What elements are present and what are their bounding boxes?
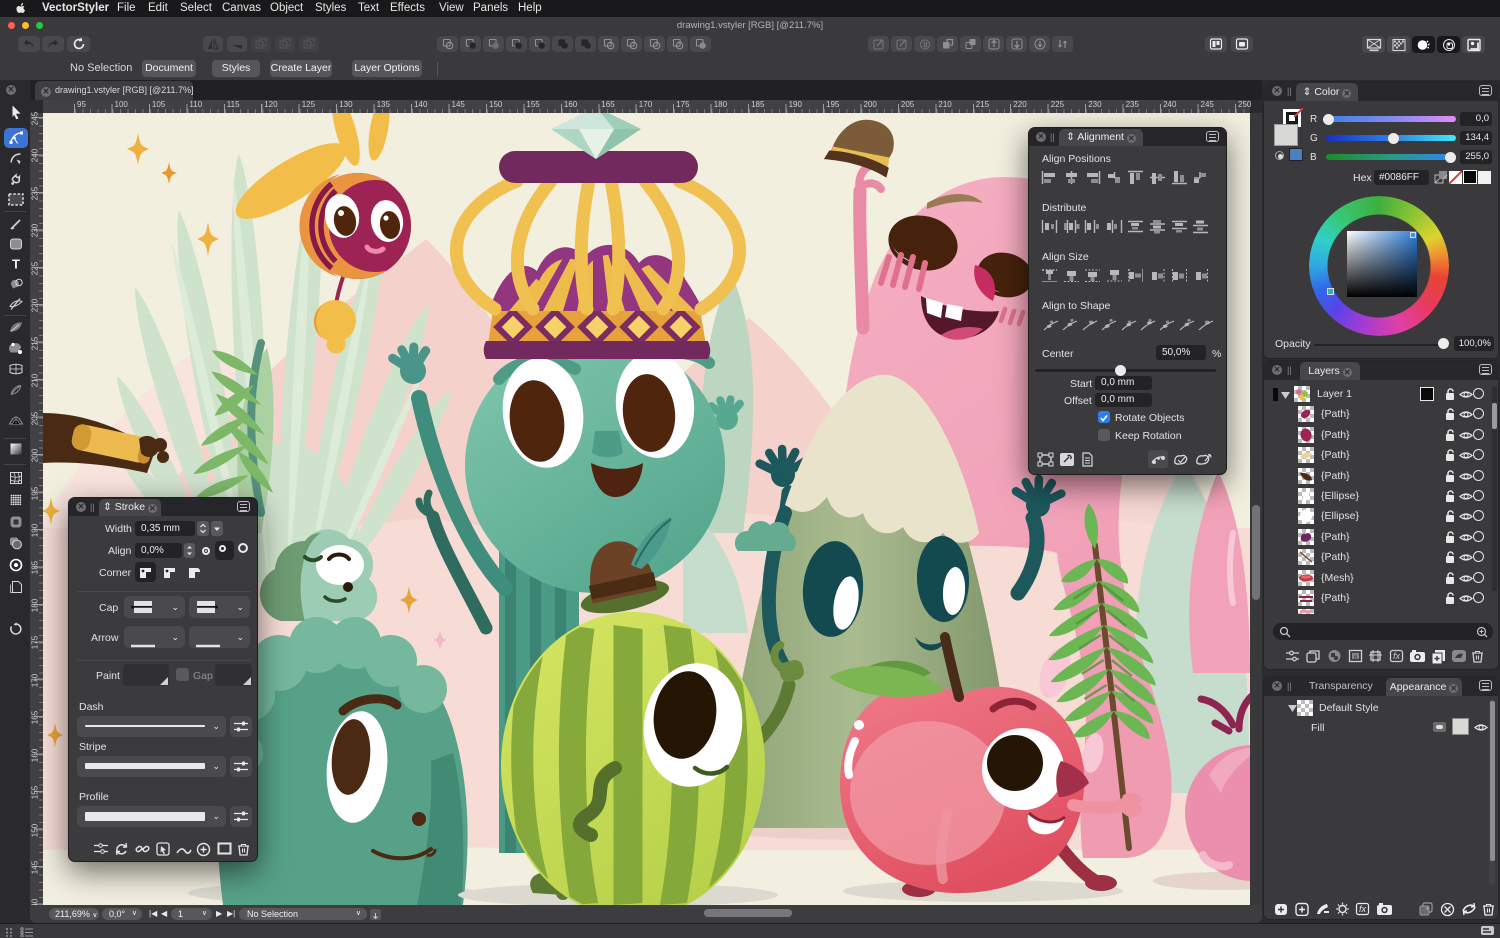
svg-text:a: a <box>1354 654 1358 661</box>
svg-text:fx: fx <box>1359 904 1367 914</box>
svg-text:fx: fx <box>1393 651 1401 661</box>
svg-text:T: T <box>12 258 20 271</box>
